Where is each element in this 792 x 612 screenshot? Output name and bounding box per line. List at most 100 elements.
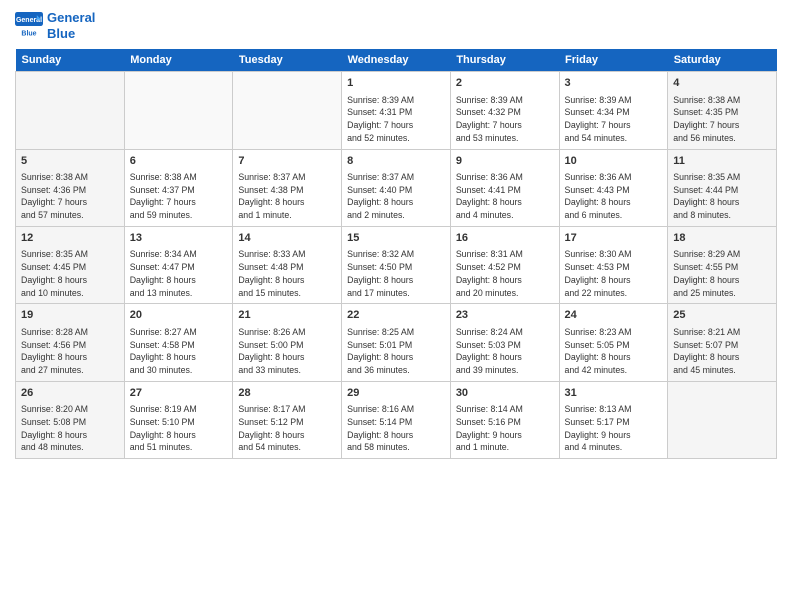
calendar-cell: 3 Sunrise: 8:39 AM Sunset: 4:34 PM Daylig…	[559, 72, 668, 149]
cell-content: Sunrise: 8:36 AM Sunset: 4:41 PM Dayligh…	[456, 171, 554, 222]
calendar-cell: 12 Sunrise: 8:35 AM Sunset: 4:45 PM Dayli…	[16, 226, 125, 303]
day-number: 11	[673, 154, 771, 169]
day-header-tuesday: Tuesday	[233, 49, 342, 72]
cell-content: Sunrise: 8:38 AM Sunset: 4:35 PM Dayligh…	[673, 94, 771, 145]
week-row-3: 19 Sunrise: 8:28 AM Sunset: 4:56 PM Dayli…	[16, 304, 777, 381]
day-number: 17	[565, 231, 663, 246]
calendar-header: SundayMondayTuesdayWednesdayThursdayFrid…	[16, 49, 777, 72]
day-number: 20	[130, 308, 228, 323]
day-number: 30	[456, 386, 554, 401]
cell-content: Sunrise: 8:39 AM Sunset: 4:34 PM Dayligh…	[565, 94, 663, 145]
logo: General Blue General Blue	[15, 10, 95, 41]
day-number: 31	[565, 386, 663, 401]
cell-content: Sunrise: 8:27 AM Sunset: 4:58 PM Dayligh…	[130, 326, 228, 377]
cell-content: Sunrise: 8:37 AM Sunset: 4:40 PM Dayligh…	[347, 171, 445, 222]
week-row-0: 1Sunrise: 8:39 AM Sunset: 4:31 PM Daylig…	[16, 72, 777, 149]
calendar-cell: 6 Sunrise: 8:38 AM Sunset: 4:37 PM Daylig…	[124, 149, 233, 226]
cell-content: Sunrise: 8:33 AM Sunset: 4:48 PM Dayligh…	[238, 248, 336, 299]
calendar-cell	[668, 381, 777, 458]
calendar-cell: 7Sunrise: 8:37 AM Sunset: 4:38 PM Daylig…	[233, 149, 342, 226]
calendar-cell: 17 Sunrise: 8:30 AM Sunset: 4:53 PM Dayli…	[559, 226, 668, 303]
calendar-cell: 14 Sunrise: 8:33 AM Sunset: 4:48 PM Dayli…	[233, 226, 342, 303]
calendar-cell	[124, 72, 233, 149]
calendar-cell: 27Sunrise: 8:19 AM Sunset: 5:10 PM Dayli…	[124, 381, 233, 458]
calendar-cell: 19 Sunrise: 8:28 AM Sunset: 4:56 PM Dayli…	[16, 304, 125, 381]
day-number: 9	[456, 154, 554, 169]
calendar-cell: 18 Sunrise: 8:29 AM Sunset: 4:55 PM Dayli…	[668, 226, 777, 303]
day-number: 24	[565, 308, 663, 323]
day-number: 19	[21, 308, 119, 323]
day-number: 5	[21, 154, 119, 169]
calendar-table: SundayMondayTuesdayWednesdayThursdayFrid…	[15, 49, 777, 459]
day-number: 15	[347, 231, 445, 246]
calendar-cell: 16 Sunrise: 8:31 AM Sunset: 4:52 PM Dayli…	[450, 226, 559, 303]
calendar-cell: 21Sunrise: 8:26 AM Sunset: 5:00 PM Dayli…	[233, 304, 342, 381]
day-number: 21	[238, 308, 336, 323]
day-number: 1	[347, 76, 445, 91]
cell-content: Sunrise: 8:36 AM Sunset: 4:43 PM Dayligh…	[565, 171, 663, 222]
day-number: 28	[238, 386, 336, 401]
cell-content: Sunrise: 8:24 AM Sunset: 5:03 PM Dayligh…	[456, 326, 554, 377]
day-header-monday: Monday	[124, 49, 233, 72]
day-header-saturday: Saturday	[668, 49, 777, 72]
cell-content: Sunrise: 8:38 AM Sunset: 4:37 PM Dayligh…	[130, 171, 228, 222]
calendar-cell	[233, 72, 342, 149]
calendar-cell: 23 Sunrise: 8:24 AM Sunset: 5:03 PM Dayli…	[450, 304, 559, 381]
cell-content: Sunrise: 8:39 AM Sunset: 4:32 PM Dayligh…	[456, 94, 554, 145]
cell-content: Sunrise: 8:28 AM Sunset: 4:56 PM Dayligh…	[21, 326, 119, 377]
calendar-cell: 20 Sunrise: 8:27 AM Sunset: 4:58 PM Dayli…	[124, 304, 233, 381]
calendar-cell: 25 Sunrise: 8:21 AM Sunset: 5:07 PM Dayli…	[668, 304, 777, 381]
week-row-1: 5 Sunrise: 8:38 AM Sunset: 4:36 PM Daylig…	[16, 149, 777, 226]
calendar-cell: 11 Sunrise: 8:35 AM Sunset: 4:44 PM Dayli…	[668, 149, 777, 226]
day-header-thursday: Thursday	[450, 49, 559, 72]
logo-text: General Blue	[47, 10, 95, 41]
day-number: 13	[130, 231, 228, 246]
calendar-cell: 2 Sunrise: 8:39 AM Sunset: 4:32 PM Daylig…	[450, 72, 559, 149]
day-number: 22	[347, 308, 445, 323]
day-number: 29	[347, 386, 445, 401]
week-row-4: 26 Sunrise: 8:20 AM Sunset: 5:08 PM Dayli…	[16, 381, 777, 458]
day-number: 4	[673, 76, 771, 91]
calendar-cell: 24 Sunrise: 8:23 AM Sunset: 5:05 PM Dayli…	[559, 304, 668, 381]
day-number: 12	[21, 231, 119, 246]
day-number: 18	[673, 231, 771, 246]
day-number: 6	[130, 154, 228, 169]
cell-content: Sunrise: 8:37 AM Sunset: 4:38 PM Dayligh…	[238, 171, 336, 222]
cell-content: Sunrise: 8:23 AM Sunset: 5:05 PM Dayligh…	[565, 326, 663, 377]
cell-content: Sunrise: 8:21 AM Sunset: 5:07 PM Dayligh…	[673, 326, 771, 377]
calendar-cell: 4 Sunrise: 8:38 AM Sunset: 4:35 PM Daylig…	[668, 72, 777, 149]
day-number: 23	[456, 308, 554, 323]
day-header-sunday: Sunday	[16, 49, 125, 72]
cell-content: Sunrise: 8:38 AM Sunset: 4:36 PM Dayligh…	[21, 171, 119, 222]
cell-content: Sunrise: 8:29 AM Sunset: 4:55 PM Dayligh…	[673, 248, 771, 299]
cell-content: Sunrise: 8:30 AM Sunset: 4:53 PM Dayligh…	[565, 248, 663, 299]
day-number: 3	[565, 76, 663, 91]
calendar-cell: 8Sunrise: 8:37 AM Sunset: 4:40 PM Daylig…	[342, 149, 451, 226]
page-header: General Blue General Blue	[15, 10, 777, 41]
cell-content: Sunrise: 8:16 AM Sunset: 5:14 PM Dayligh…	[347, 403, 445, 454]
cell-content: Sunrise: 8:17 AM Sunset: 5:12 PM Dayligh…	[238, 403, 336, 454]
day-number: 25	[673, 308, 771, 323]
cell-content: Sunrise: 8:13 AM Sunset: 5:17 PM Dayligh…	[565, 403, 663, 454]
cell-content: Sunrise: 8:20 AM Sunset: 5:08 PM Dayligh…	[21, 403, 119, 454]
cell-content: Sunrise: 8:14 AM Sunset: 5:16 PM Dayligh…	[456, 403, 554, 454]
calendar-cell: 28 Sunrise: 8:17 AM Sunset: 5:12 PM Dayli…	[233, 381, 342, 458]
calendar-cell: 22 Sunrise: 8:25 AM Sunset: 5:01 PM Dayli…	[342, 304, 451, 381]
cell-content: Sunrise: 8:35 AM Sunset: 4:45 PM Dayligh…	[21, 248, 119, 299]
day-number: 14	[238, 231, 336, 246]
cell-content: Sunrise: 8:31 AM Sunset: 4:52 PM Dayligh…	[456, 248, 554, 299]
calendar-cell: 9 Sunrise: 8:36 AM Sunset: 4:41 PM Daylig…	[450, 149, 559, 226]
cell-content: Sunrise: 8:25 AM Sunset: 5:01 PM Dayligh…	[347, 326, 445, 377]
calendar-cell: 5 Sunrise: 8:38 AM Sunset: 4:36 PM Daylig…	[16, 149, 125, 226]
day-number: 26	[21, 386, 119, 401]
calendar-cell: 1Sunrise: 8:39 AM Sunset: 4:31 PM Daylig…	[342, 72, 451, 149]
calendar-cell: 13 Sunrise: 8:34 AM Sunset: 4:47 PM Dayli…	[124, 226, 233, 303]
day-number: 16	[456, 231, 554, 246]
day-header-wednesday: Wednesday	[342, 49, 451, 72]
day-number: 2	[456, 76, 554, 91]
calendar-cell: 30 Sunrise: 8:14 AM Sunset: 5:16 PM Dayli…	[450, 381, 559, 458]
cell-content: Sunrise: 8:35 AM Sunset: 4:44 PM Dayligh…	[673, 171, 771, 222]
cell-content: Sunrise: 8:19 AM Sunset: 5:10 PM Dayligh…	[130, 403, 228, 454]
cell-content: Sunrise: 8:34 AM Sunset: 4:47 PM Dayligh…	[130, 248, 228, 299]
calendar-cell: 15Sunrise: 8:32 AM Sunset: 4:50 PM Dayli…	[342, 226, 451, 303]
